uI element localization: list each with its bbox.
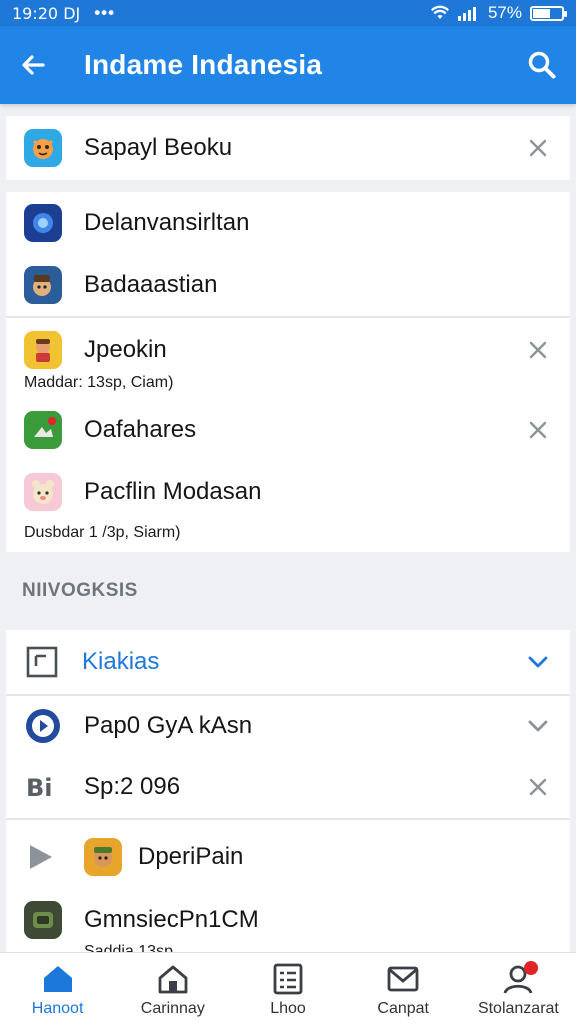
mail-icon — [387, 966, 419, 992]
settings-item[interactable]: Kiakias — [6, 630, 570, 694]
list-item-label: Pacflin Modasan — [84, 478, 262, 505]
nav-label: Carinnay — [140, 1000, 205, 1017]
settings-item-label: DperiPain — [138, 843, 244, 870]
check-icon[interactable] — [524, 648, 552, 676]
list-item[interactable]: Jpeokin — [6, 318, 570, 369]
settings-item[interactable]: DperiPain — [6, 820, 570, 888]
notification-badge — [524, 961, 539, 975]
settings-item[interactable]: GmnsiecPn1CM — [6, 888, 570, 939]
settings-item[interactable]: Pap0 GyA kAsn — [6, 696, 570, 756]
list-item-subtitle: Maddar: 13sp, Ciam) — [24, 374, 174, 391]
battery-percent: 57% — [487, 3, 522, 22]
battery-level — [533, 8, 551, 18]
page-title: Indame Indanesia — [84, 49, 323, 80]
settings-card: Pap0 GyA kAsn Bi Sp:2 096 — [6, 696, 570, 818]
settings-card: DperiPain GmnsiecPn1CM Saddia 13sp — [6, 820, 570, 952]
status-icons: 57% — [430, 3, 567, 23]
nav-item-list[interactable]: Lhoo — [230, 953, 345, 1024]
list-item[interactable]: Badaaastian — [6, 254, 570, 316]
list-item[interactable]: Sapayl Beoku — [6, 116, 570, 180]
close-icon[interactable] — [524, 773, 552, 801]
signal-icon — [457, 7, 476, 21]
main-content: Sapayl Beoku Delanvansirltan Badaaastian — [0, 104, 576, 952]
play-circle-icon — [26, 709, 60, 743]
settings-item-subtitle: Saddia 13sp — [84, 943, 173, 952]
section-header: NIIVOGKSIS — [22, 580, 138, 601]
app-icon — [24, 331, 62, 369]
battery-icon — [530, 5, 567, 21]
app-icon — [84, 838, 122, 876]
settings-card: Kiakias — [6, 630, 570, 694]
wifi-icon — [430, 5, 449, 19]
settings-item-label: Kiakias — [82, 648, 160, 675]
settings-item-label: GmnsiecPn1CM — [84, 906, 259, 933]
list-item[interactable]: Pacflin Modasan — [6, 460, 570, 524]
nav-label: Canpat — [377, 1000, 429, 1017]
play-icon — [30, 845, 52, 869]
search-icon[interactable] — [526, 49, 558, 81]
nav-label: Stolanzarat — [477, 1000, 559, 1017]
app-icon — [24, 411, 62, 449]
app-bar: Indame Indanesia — [0, 26, 576, 104]
nav-item-profile[interactable]: Stolanzarat — [461, 953, 576, 1024]
list-item[interactable]: Delanvansirltan — [6, 192, 570, 254]
house-icon — [158, 965, 188, 994]
list-item-label: Oafahares — [84, 416, 197, 443]
list-item[interactable]: Oafahares — [6, 400, 570, 460]
settings-item[interactable]: Bi Sp:2 096 — [6, 756, 570, 818]
nav-label: Lhoo — [270, 1000, 306, 1017]
home-icon — [43, 966, 72, 992]
app-icon — [24, 901, 62, 939]
notification-dots: ••• — [94, 3, 116, 22]
list-card: Delanvansirltan Badaaastian — [6, 192, 570, 316]
list-item-label: Delanvansirltan — [84, 209, 250, 236]
app-icon — [24, 473, 62, 511]
chevron-down-icon[interactable] — [524, 712, 552, 740]
frame-icon — [26, 646, 58, 678]
list-icon — [273, 963, 303, 995]
nav-label: Hanoot — [31, 1000, 84, 1017]
nav-item-mail[interactable]: Canpat — [346, 953, 461, 1024]
list-item-label: Jpeokin — [84, 336, 167, 363]
nav-item-home[interactable]: Hanoot — [0, 953, 115, 1024]
app-icon — [24, 266, 62, 304]
back-arrow-icon[interactable] — [18, 50, 48, 80]
status-time: 19:20 DJ — [12, 3, 81, 23]
settings-item-label: Pap0 GyA kAsn — [84, 712, 253, 739]
status-bar: 19:20 DJ ••• 57% — [0, 0, 576, 26]
app-icon — [24, 204, 62, 242]
close-icon[interactable] — [524, 134, 552, 162]
text-icon: Bi — [26, 774, 53, 802]
settings-item-label: Sp:2 096 — [84, 773, 181, 800]
nav-item-category[interactable]: Carinnay — [115, 953, 230, 1024]
list-card: Jpeokin Maddar: 13sp, Ciam) Oafahares Pa… — [6, 318, 570, 552]
app-icon — [24, 129, 62, 167]
close-icon[interactable] — [524, 416, 552, 444]
svg-text:Bi: Bi — [26, 774, 53, 802]
list-item-label: Sapayl Beoku — [84, 134, 233, 161]
list-item-label: Badaaastian — [84, 271, 218, 298]
list-card: Sapayl Beoku — [6, 116, 570, 180]
bottom-navigation: Hanoot Carinnay Lhoo Canpat Stolanzarat — [0, 952, 576, 1024]
close-icon[interactable] — [524, 336, 552, 364]
